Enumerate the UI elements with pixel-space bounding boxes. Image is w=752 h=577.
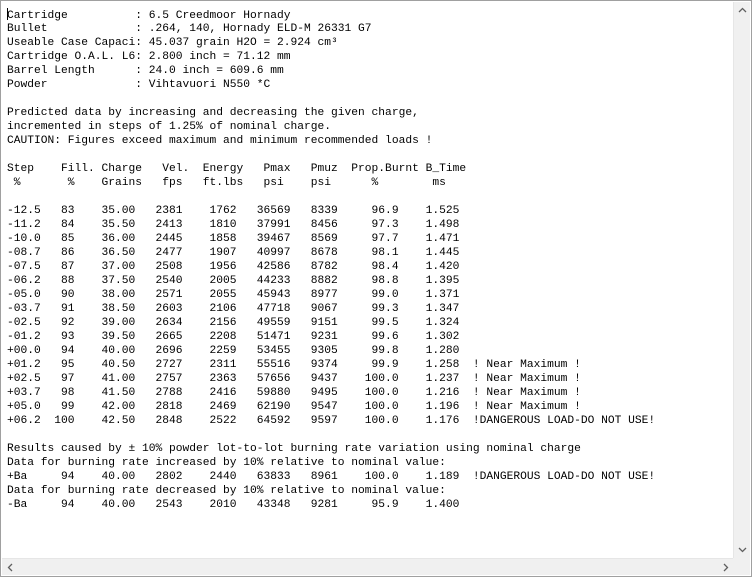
text-line: % % Grains fps ft.lbs psi psi % ms [7, 177, 446, 189]
text-line: Powder : Vihtavuori N550 *C [7, 79, 271, 91]
text-line: Useable Case Capaci: 45.037 grain H2O = … [7, 37, 338, 49]
vertical-scrollbar[interactable] [733, 2, 750, 558]
chevron-left-icon [7, 563, 13, 572]
chevron-up-icon [738, 7, 747, 13]
text-line: CAUTION: Figures exceed maximum and mini… [7, 135, 433, 147]
text-line: -01.2 93 39.50 2665 2208 51471 9231 99.6… [7, 331, 460, 343]
scrollbar-corner [733, 558, 750, 575]
text-line: +01.2 95 40.50 2727 2311 55516 9374 99.9… [7, 359, 581, 371]
text-line: -06.2 88 37.50 2540 2005 44233 8882 98.8… [7, 275, 460, 287]
text-line: -03.7 91 38.50 2603 2106 47718 9067 99.3… [7, 303, 460, 315]
text-line: Cartridge : 6.5 Creedmoor Hornady [7, 8, 291, 22]
text-line: Step Fill. Charge Vel. Energy Pmax Pmuz … [7, 163, 467, 175]
horizontal-scrollbar[interactable] [2, 558, 734, 575]
text-line: Data for burning rate increased by 10% r… [7, 457, 446, 469]
scroll-up-button[interactable] [734, 2, 751, 19]
text-line: +Ba 94 40.00 2802 2440 63833 8961 100.0 … [7, 471, 656, 483]
scroll-right-button[interactable] [717, 559, 734, 576]
text-line: +05.0 99 42.00 2818 2469 62190 9547 100.… [7, 401, 581, 413]
results-text-area[interactable]: Cartridge : 6.5 Creedmoor Hornady Bullet … [2, 2, 734, 558]
text-line: -10.0 85 36.00 2445 1858 39467 8569 97.7… [7, 233, 460, 245]
scroll-left-button[interactable] [2, 559, 19, 576]
text-line: +02.5 97 41.00 2757 2363 57656 9437 100.… [7, 373, 581, 385]
text-line: Results caused by ± 10% powder lot-to-lo… [7, 443, 581, 455]
text-line: -11.2 84 35.50 2413 1810 37991 8456 97.3… [7, 219, 460, 231]
chevron-right-icon [723, 563, 729, 572]
text-line [7, 428, 734, 442]
text-line: +03.7 98 41.50 2788 2416 59880 9495 100.… [7, 387, 581, 399]
text-line: -12.5 83 35.00 2381 1762 36569 8339 96.9… [7, 205, 460, 217]
text-viewer-window: Cartridge : 6.5 Creedmoor Hornady Bullet … [0, 0, 752, 577]
text-line: incremented in steps of 1.25% of nominal… [7, 121, 332, 133]
scroll-down-button[interactable] [734, 541, 751, 558]
text-caret [7, 8, 8, 20]
text-line: Data for burning rate decreased by 10% r… [7, 485, 446, 497]
results-text: Cartridge : 6.5 Creedmoor Hornady Bullet … [2, 2, 734, 512]
text-line: Predicted data by increasing and decreas… [7, 107, 419, 119]
text-line: Cartridge O.A.L. L6: 2.800 inch = 71.12 … [7, 51, 291, 63]
text-line: +06.2 100 42.50 2848 2522 64592 9597 100… [7, 415, 656, 427]
chevron-down-icon [738, 547, 747, 553]
text-line [7, 190, 734, 204]
text-line: Bullet : .264, 140, Hornady ELD-M 26331 … [7, 23, 372, 35]
text-line: +00.0 94 40.00 2696 2259 53455 9305 99.8… [7, 345, 460, 357]
text-line: -07.5 87 37.00 2508 1956 42586 8782 98.4… [7, 261, 460, 273]
text-line: -08.7 86 36.50 2477 1907 40997 8678 98.1… [7, 247, 460, 259]
text-line: Barrel Length : 24.0 inch = 609.6 mm [7, 65, 284, 77]
text-line: -05.0 90 38.00 2571 2055 45943 8977 99.0… [7, 289, 460, 301]
text-line: -Ba 94 40.00 2543 2010 43348 9281 95.9 1… [7, 499, 460, 511]
text-line: -02.5 92 39.00 2634 2156 49559 9151 99.5… [7, 317, 460, 329]
text-line [7, 148, 734, 162]
text-line [7, 92, 734, 106]
